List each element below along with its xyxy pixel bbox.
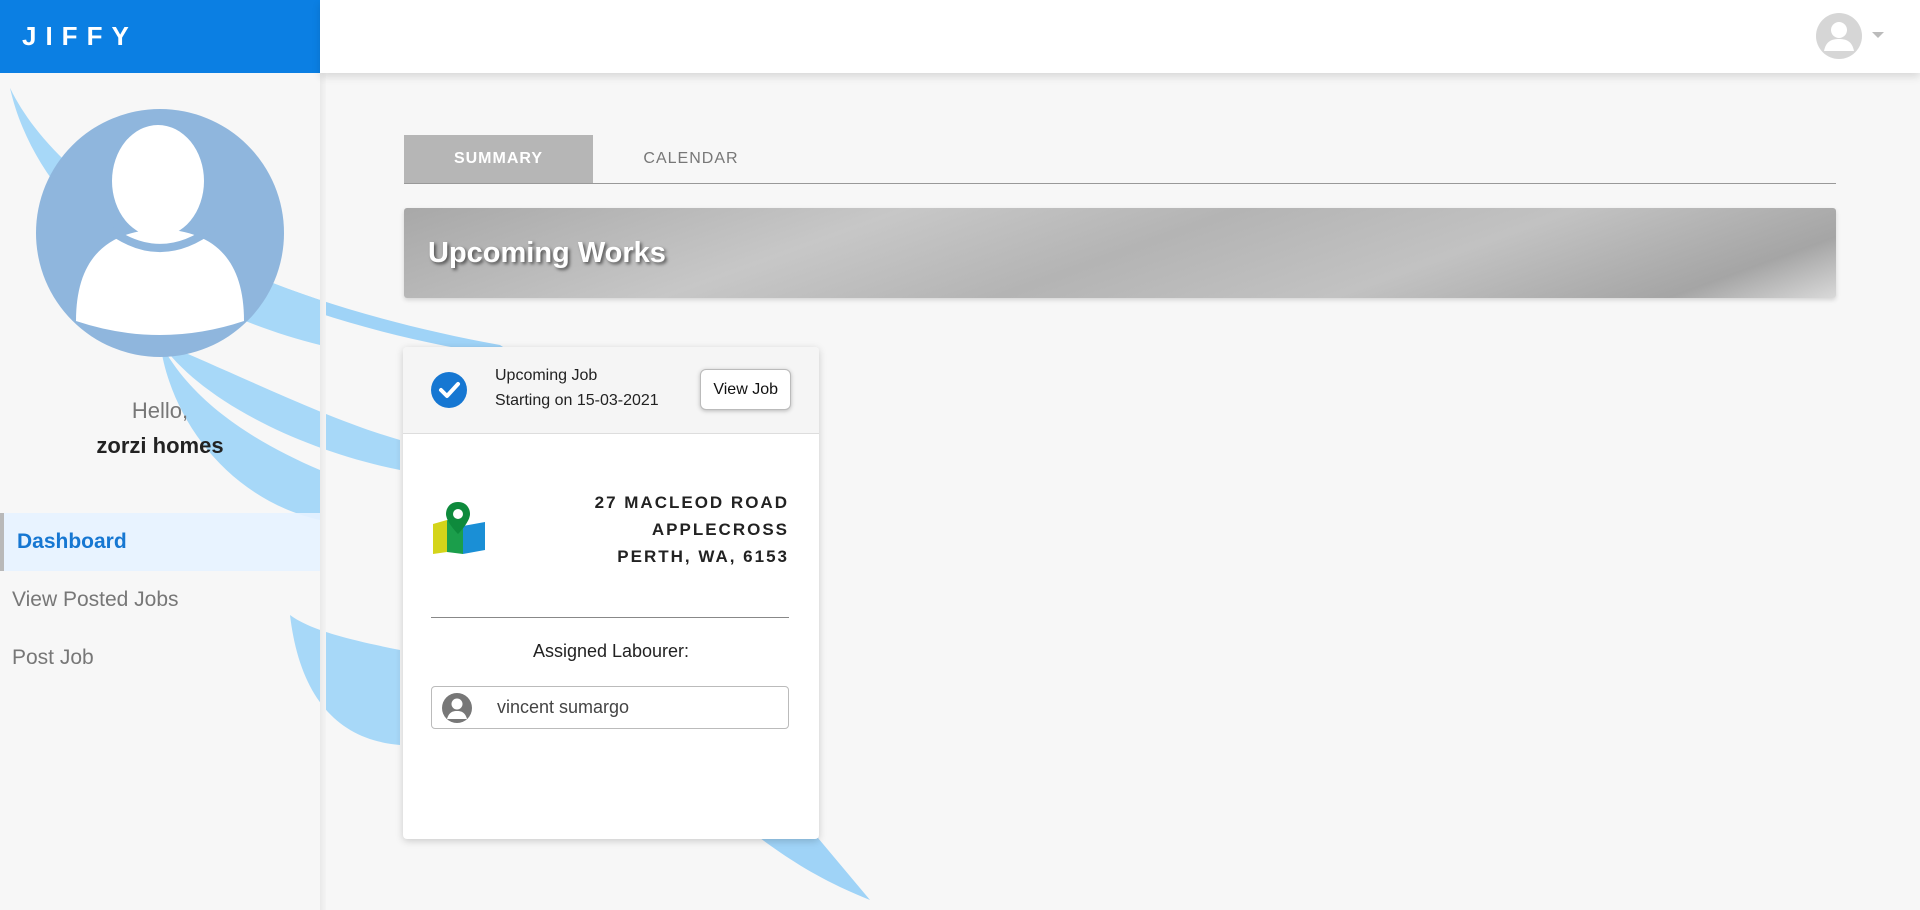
greeting: Hello, — [131, 398, 189, 423]
brand-logo[interactable]: JIFFY — [22, 21, 138, 52]
tab-calendar[interactable]: CALENDAR — [593, 135, 789, 183]
top-bar — [320, 0, 1920, 73]
sidebar-body: Hello, zorzi homes Dashboard View Posted… — [0, 73, 320, 910]
job-card: Upcoming Job Starting on 15-03-2021 View… — [403, 347, 819, 839]
user-avatar-icon — [1824, 22, 1854, 51]
view-job-button[interactable]: View Job — [700, 369, 791, 410]
sidebar-item-post-job[interactable]: Post Job — [0, 629, 320, 687]
job-address: 27 MACLEOD ROAD APPLECROSS PERTH, WA, 61… — [595, 489, 789, 570]
job-title: Upcoming Job — [495, 367, 598, 384]
labourer-name: vincent sumargo — [497, 697, 630, 717]
sidebar-item-view-posted-jobs[interactable]: View Posted Jobs — [0, 571, 320, 629]
sidebar-item-dashboard[interactable]: Dashboard — [0, 513, 320, 571]
section-title: Upcoming Works — [428, 236, 666, 269]
profile-avatar — [36, 109, 284, 357]
assigned-labourer-label: Assigned Labourer: — [532, 641, 690, 661]
username: zorzi homes — [96, 433, 224, 458]
address-line-2: APPLECROSS — [651, 520, 789, 539]
main-content: SUMMARY CALENDAR Upcoming Works Upcoming… — [403, 135, 1836, 839]
job-start-date: Starting on 15-03-2021 — [495, 392, 659, 409]
tab-summary[interactable]: SUMMARY — [404, 135, 593, 183]
account-avatar-button[interactable] — [1816, 13, 1862, 59]
assigned-labourer-chip: vincent sumargo — [431, 686, 789, 729]
address-line-3: PERTH, WA, 6153 — [617, 547, 789, 566]
job-card-header: Upcoming Job Starting on 15-03-2021 View… — [403, 347, 819, 434]
map-pin-icon — [433, 502, 485, 554]
user-avatar-icon — [442, 692, 472, 723]
user-avatar-icon — [76, 125, 244, 335]
sidebar-nav: Dashboard View Posted Jobs Post Job — [0, 513, 320, 687]
sidebar-divider — [320, 73, 326, 910]
section-header: Upcoming Works — [404, 208, 1836, 298]
sidebar: JIFFY Hello, zorzi homes Dashboard View … — [0, 0, 320, 910]
caret-down-icon[interactable] — [1872, 32, 1884, 38]
card-divider — [431, 617, 789, 618]
brand-bar: JIFFY — [0, 0, 320, 73]
check-circle-icon — [431, 372, 467, 408]
address-line-1: 27 MACLEOD ROAD — [594, 493, 789, 512]
tab-bar: SUMMARY CALENDAR — [404, 135, 1836, 184]
